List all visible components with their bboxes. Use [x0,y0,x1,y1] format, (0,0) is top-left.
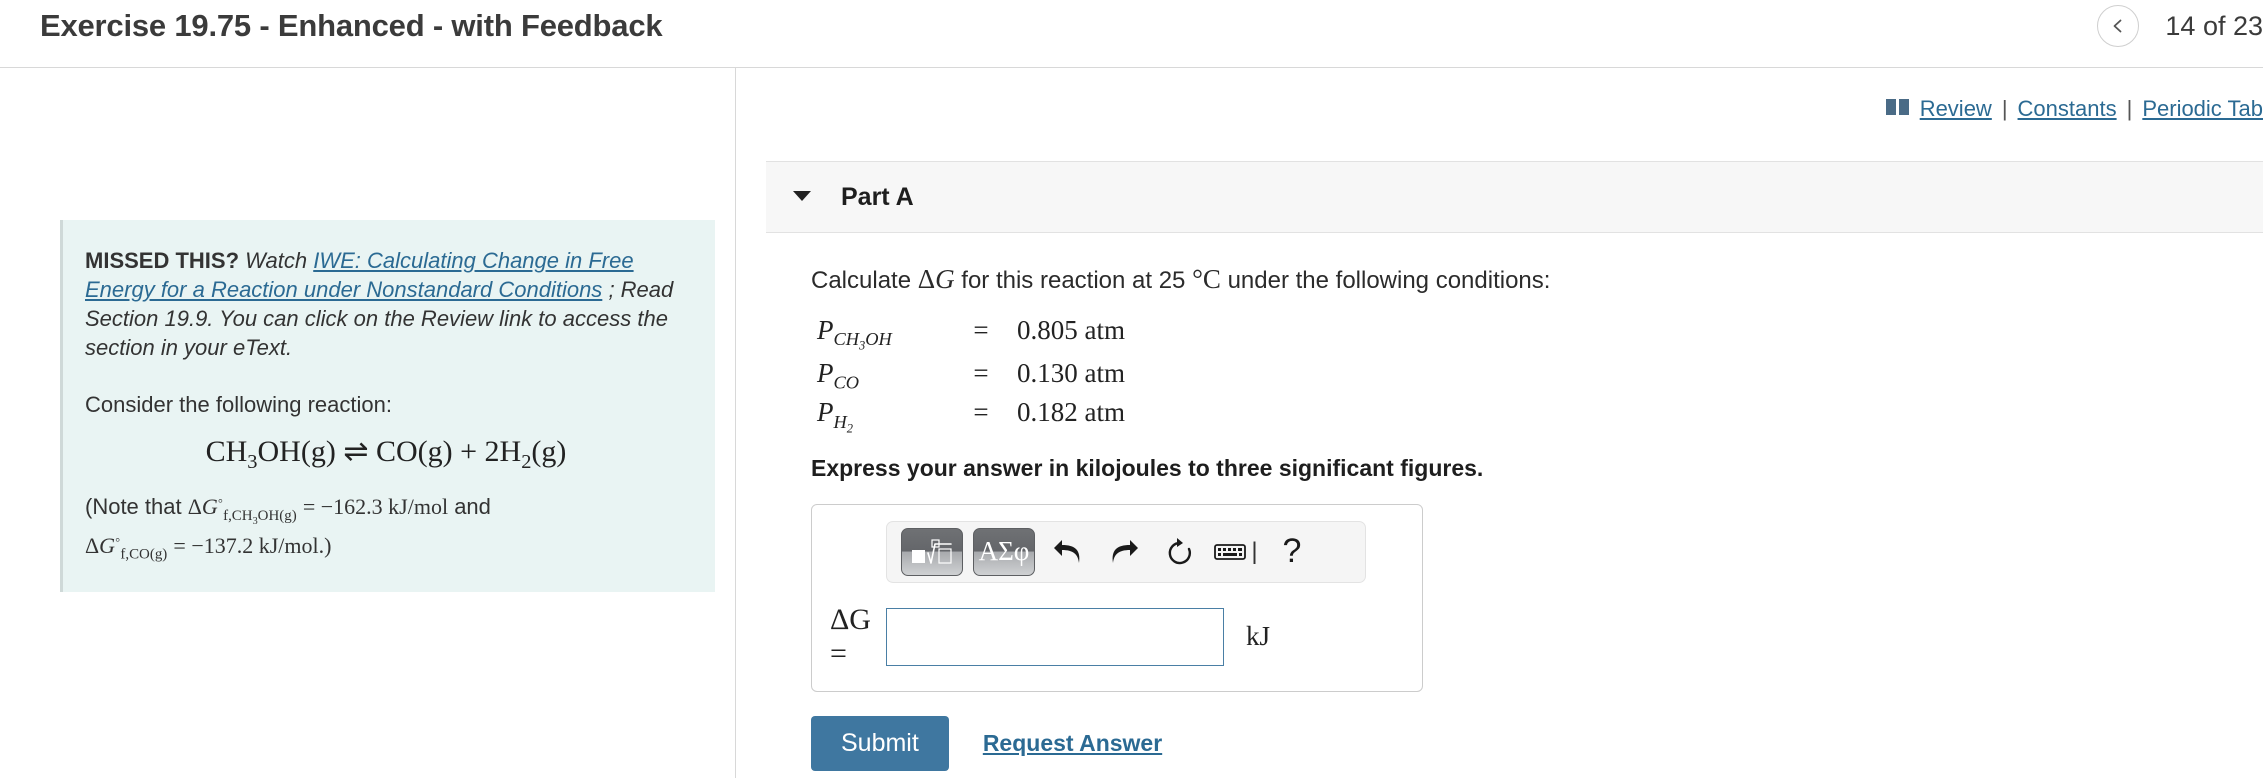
note-prefix: (Note that [85,494,182,520]
page-title: Exercise 19.75 - Enhanced - with Feedbac… [40,8,663,43]
constants-link[interactable]: Constants [2018,96,2117,122]
note-conjunction: and [454,494,491,520]
keyboard-icon[interactable]: | [1213,529,1259,575]
question-suffix: under the following conditions: [1227,267,1551,294]
submit-button[interactable]: Submit [811,715,949,771]
express-instruction: Express your answer in kilojoules to thr… [811,454,1484,481]
condition-value-1: 0.130 atm [1017,358,1125,389]
greek-letters-button[interactable]: ΑΣφ [973,527,1035,576]
previous-question-button[interactable] [2097,5,2140,47]
condition-symbol-0: PCH3OH [817,315,892,354]
reaction-equation: CH3OH(g) ⇌ CO(g) + 2H2(g) [85,434,687,474]
condition-equals-1: = [973,358,989,389]
note-term2-symbol: ΔG◦f,CO(g) [85,532,168,563]
missed-this-label: MISSED THIS? [85,248,240,273]
exercise-page: Exercise 19.75 - Enhanced - with Feedbac… [0,0,2263,778]
resource-links: Review | Constants | Periodic Tab [1885,96,2263,122]
link-separator-2: | [2126,96,2133,121]
reset-circle-icon[interactable] [1157,529,1203,575]
math-template-icon[interactable] [901,527,963,576]
note-term2-value: = −137.2 kJ/mol.) [173,532,332,558]
condition-value-2: 0.182 atm [1017,397,1125,428]
redo-arrow-icon[interactable] [1101,529,1147,575]
condition-equals-2: = [973,397,989,428]
answer-label: ΔG = [830,602,871,670]
answer-card: ΑΣφ | ? ΔG = kJ [811,503,1423,692]
condition-symbol-2: PH2 [817,397,853,436]
question-body: Calculate ΔG for this reaction at 25 °C … [811,264,2261,771]
left-pane: MISSED THIS? Watch IWE: Calculating Chan… [0,68,735,778]
link-separator-1: | [2001,96,2008,121]
watch-label: Watch [245,248,308,273]
undo-arrow-icon[interactable] [1045,529,1091,575]
question-degree: °C [1192,264,1221,294]
text-cursor-icon: | [1251,537,1258,565]
request-answer-link[interactable]: Request Answer [983,730,1162,757]
part-a-header[interactable]: Part A [766,161,2263,233]
answer-input[interactable] [886,607,1224,666]
table-row: PCO = 0.130 atm [817,356,1125,395]
gibbs-note: (Note that ΔG◦f,CH3OH(g) = −162.3 kJ/mol… [85,490,687,565]
reaction-products: CO(g) + 2H2(g) [375,435,567,474]
math-toolbar: ΑΣφ | ? [886,520,1366,583]
page-counter: 14 of 23 [2165,10,2263,41]
top-bar: Exercise 19.75 - Enhanced - with Feedbac… [0,0,2263,68]
action-row: Submit Request Answer [811,715,2261,771]
part-a-title: Part A [841,182,914,211]
answer-unit: kJ [1246,621,1271,652]
question-statement: Calculate ΔG for this reaction at 25 °C … [811,264,2261,295]
equilibrium-arrow-icon: ⇌ [343,435,369,469]
help-icon[interactable]: ? [1269,529,1315,575]
table-row: PCH3OH = 0.805 atm [817,313,1125,356]
answer-row: ΔG = kJ [830,603,1404,671]
question-symbol: ΔG [917,264,955,294]
periodic-table-link[interactable]: Periodic Tab [2142,96,2263,122]
book-icon [1885,96,1910,122]
question-prefix: Calculate [811,267,912,294]
hint-text: MISSED THIS? Watch IWE: Calculating Chan… [85,246,687,362]
chevron-left-icon [2109,17,2127,35]
question-middle: for this reaction at 25 [961,267,1186,294]
condition-symbol-1: PCO [817,358,860,393]
condition-equals-0: = [973,315,989,345]
note-term1-value: = −162.3 kJ/mol [302,494,449,520]
consider-label: Consider the following reaction: [85,392,392,418]
missed-this-hint-box: MISSED THIS? Watch IWE: Calculating Chan… [60,220,715,592]
note-term1-symbol: ΔG◦f,CH3OH(g) [187,493,297,527]
caret-down-icon[interactable] [791,188,813,207]
review-link[interactable]: Review [1920,96,1992,122]
right-pane: Review | Constants | Periodic Tab Part A… [736,68,2263,778]
table-row: PH2 = 0.182 atm [817,395,1125,438]
pagination-controls: 14 of 23 [2097,5,2263,47]
condition-value-0: 0.805 atm [1017,315,1125,345]
reaction-reactant: CH3OH(g) [205,435,336,474]
conditions-table: PCH3OH = 0.805 atm PCO = 0.130 atm PH2 =… [817,313,1125,439]
